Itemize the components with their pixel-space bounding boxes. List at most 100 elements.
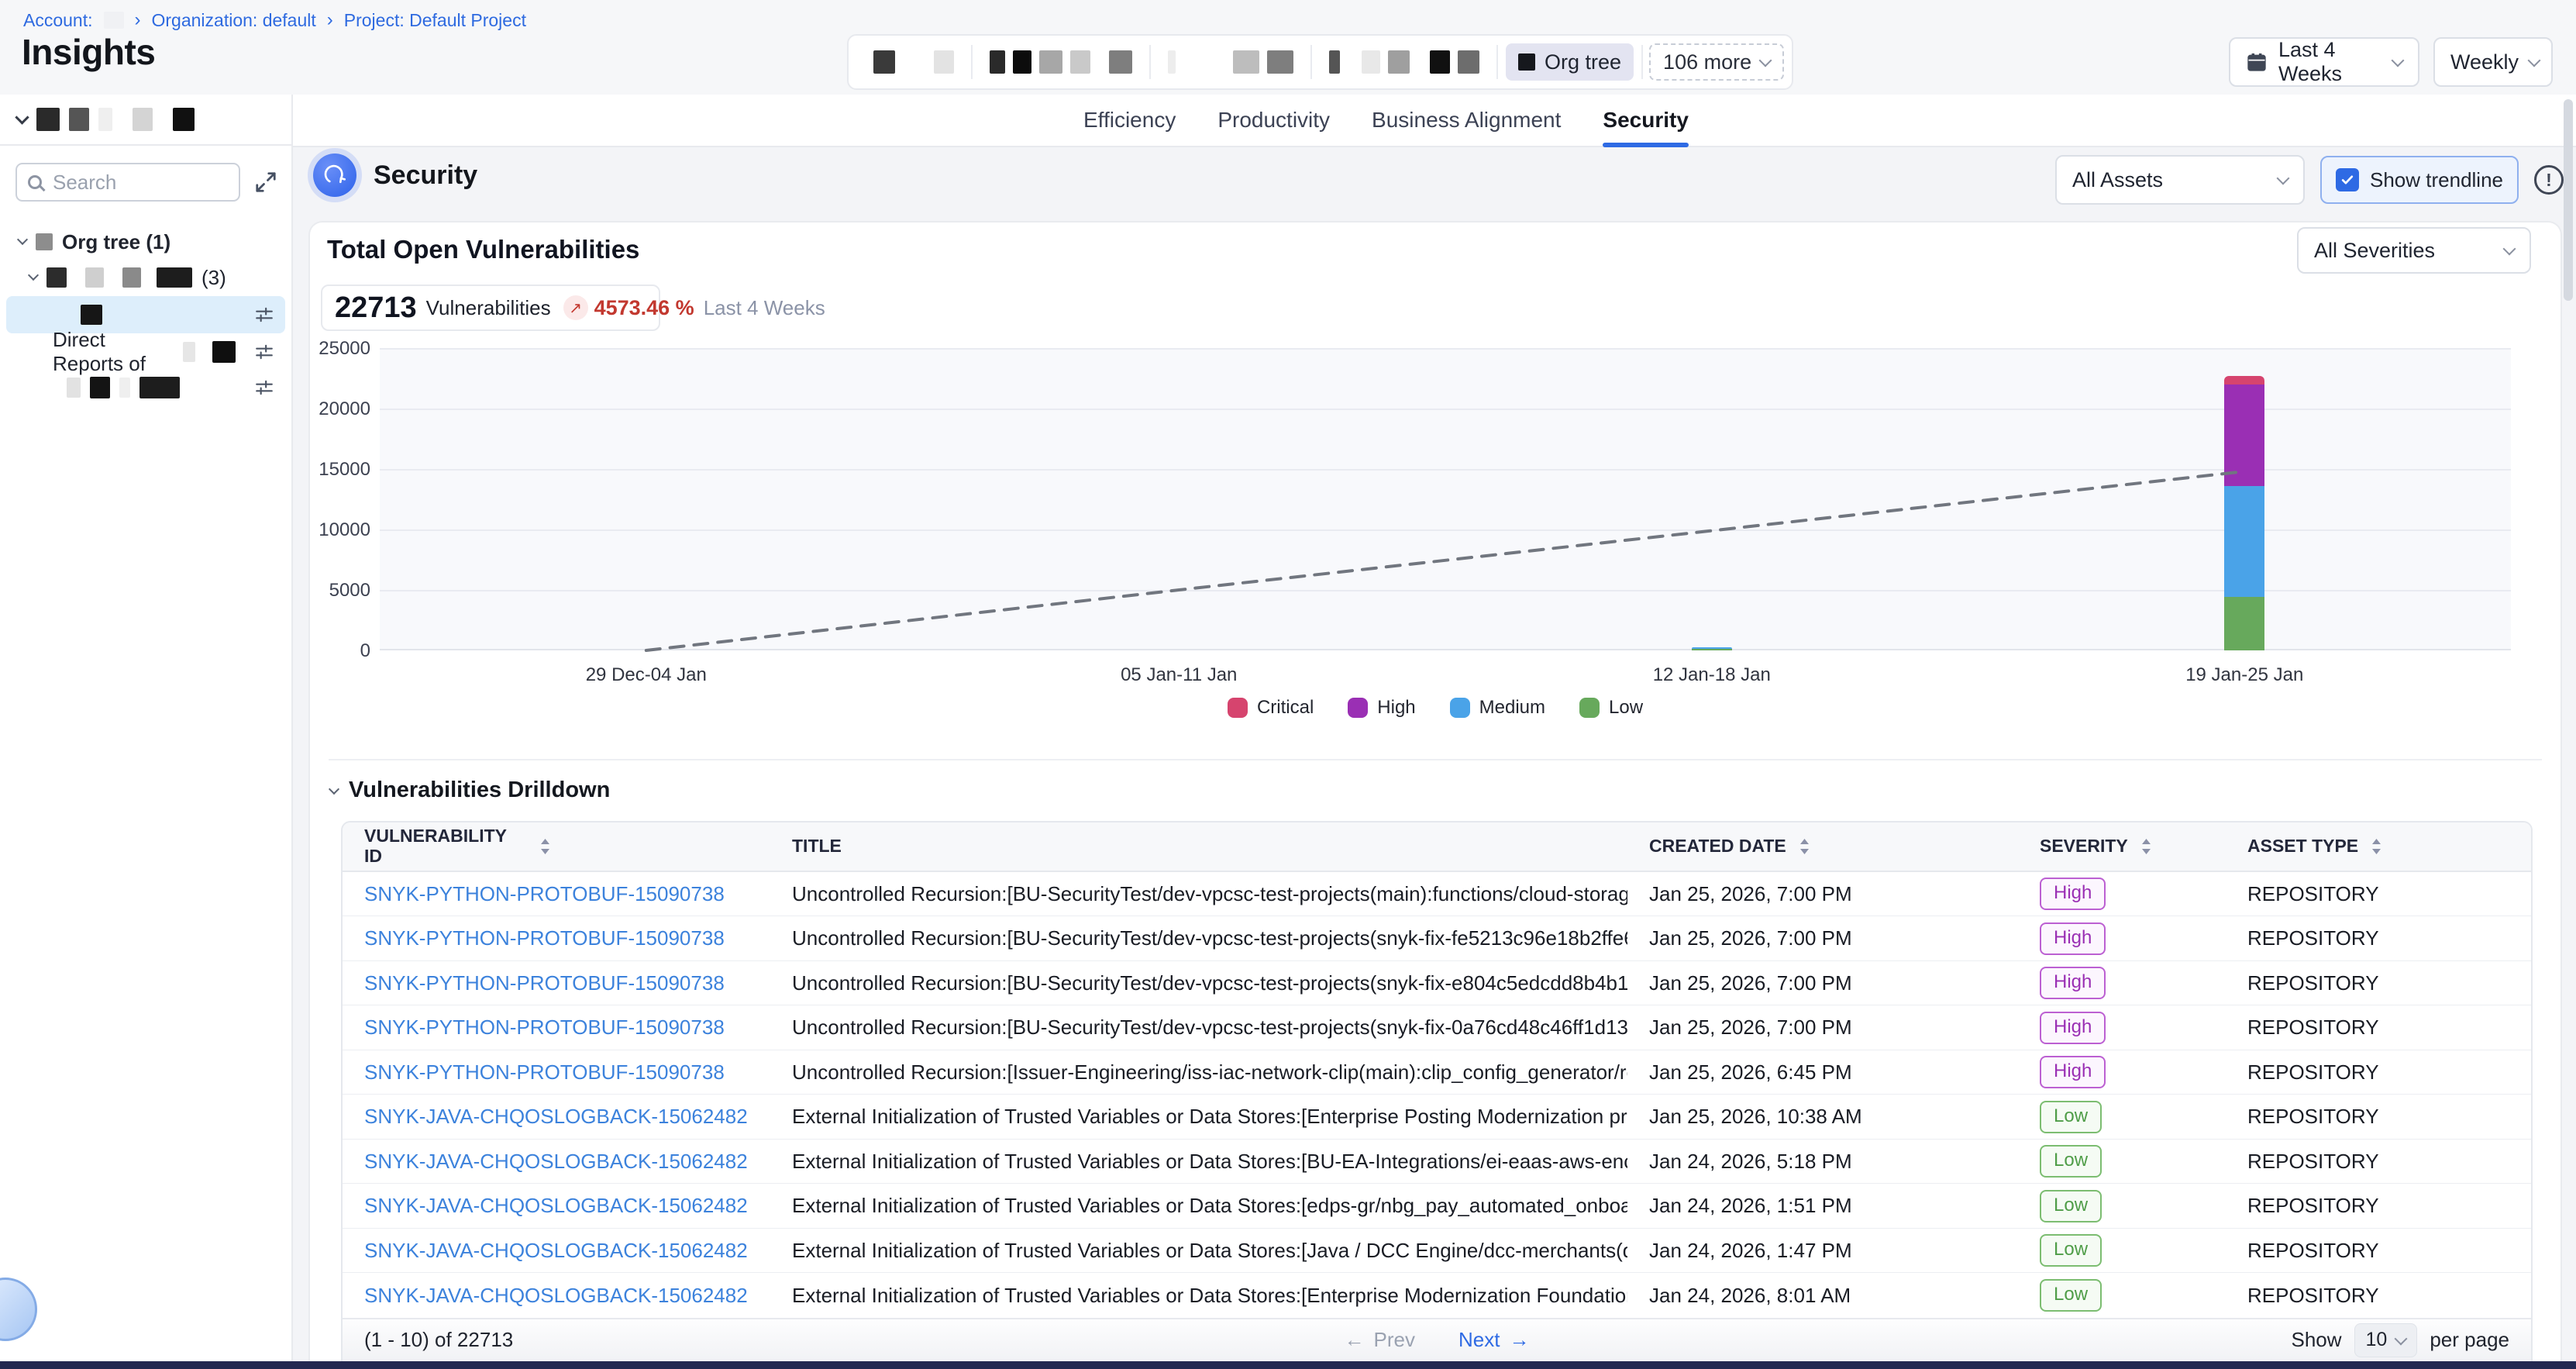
next-page-button[interactable]: Next → bbox=[1458, 1328, 1529, 1352]
legend-item-medium[interactable]: Medium bbox=[1450, 697, 1545, 719]
filter-segment[interactable] bbox=[856, 36, 971, 88]
sort-icon[interactable] bbox=[2371, 837, 2382, 856]
redacted-text-block bbox=[1013, 50, 1031, 74]
severity-badge: Low bbox=[2040, 1101, 2102, 1133]
tab-productivity[interactable]: Productivity bbox=[1217, 95, 1330, 146]
tab-security[interactable]: Security bbox=[1603, 95, 1689, 146]
column-header-vulnerability-id[interactable]: VULNERABILITY ID bbox=[343, 822, 770, 871]
breadcrumb-project[interactable]: Project: Default Project bbox=[344, 10, 526, 31]
x-axis-tick-label: 12 Jan-18 Jan bbox=[1445, 664, 1978, 686]
filter-sliders-icon[interactable] bbox=[254, 305, 274, 325]
delta-indicator: ↗ 4573.46 % bbox=[563, 295, 694, 320]
granularity-select[interactable]: Weekly bbox=[2433, 37, 2553, 87]
tab-efficiency[interactable]: Efficiency bbox=[1083, 95, 1176, 146]
y-axis-tick-label: 20000 bbox=[312, 398, 370, 420]
info-icon[interactable]: ! bbox=[2534, 165, 2564, 195]
vulnerability-id-link[interactable]: SNYK-PYTHON-PROTOBUF-15090738 bbox=[343, 926, 770, 950]
page-size-select[interactable]: 10 bbox=[2354, 1323, 2418, 1357]
tab-business-alignment[interactable]: Business Alignment bbox=[1372, 95, 1561, 146]
legend-item-critical[interactable]: Critical bbox=[1228, 697, 1314, 719]
tree-item-group[interactable]: (3) bbox=[6, 260, 285, 295]
redacted-text-block bbox=[122, 267, 141, 288]
y-axis-tick-label: 5000 bbox=[312, 580, 370, 602]
asset-type: REPOSITORY bbox=[2226, 1105, 2531, 1129]
filter-segment[interactable] bbox=[973, 36, 1149, 88]
vulnerability-title: External Initialization of Trusted Varia… bbox=[770, 1150, 1627, 1174]
vulnerability-id-link[interactable]: SNYK-JAVA-CHQOSLOGBACK-15062482 bbox=[343, 1239, 770, 1263]
more-filters-chip[interactable]: 106 more bbox=[1649, 43, 1784, 81]
vulnerability-id-link[interactable]: SNYK-PYTHON-PROTOBUF-15090738 bbox=[343, 1060, 770, 1085]
redacted-text-block bbox=[173, 108, 195, 131]
asset-type: REPOSITORY bbox=[2226, 1194, 2531, 1218]
redacted-text-block bbox=[183, 342, 195, 362]
column-header-severity[interactable]: SEVERITY bbox=[2018, 822, 2226, 871]
severity-badge: High bbox=[2040, 1056, 2106, 1088]
severity-cell: High bbox=[2018, 1012, 2226, 1044]
scrollbar-thumb[interactable] bbox=[2564, 99, 2573, 301]
legend-label: Critical bbox=[1257, 697, 1314, 719]
filter-segment[interactable] bbox=[1151, 36, 1310, 88]
filter-sliders-icon[interactable] bbox=[254, 378, 274, 398]
severity-badge: High bbox=[2040, 922, 2106, 955]
severity-cell: Low bbox=[2018, 1279, 2226, 1312]
vulnerability-title: Uncontrolled Recursion:[BU-SecurityTest/… bbox=[770, 1016, 1627, 1040]
column-header-asset-type[interactable]: ASSET TYPE bbox=[2226, 822, 2531, 871]
asset-type: REPOSITORY bbox=[2226, 1239, 2531, 1263]
drilldown-header[interactable]: Vulnerabilities Drilldown bbox=[330, 778, 610, 803]
table-row: SNYK-JAVA-CHQOSLOGBACK-15062482External … bbox=[343, 1184, 2531, 1229]
sort-icon[interactable] bbox=[2140, 837, 2152, 856]
breadcrumb: Account: › Organization: default › Proje… bbox=[23, 9, 526, 31]
org-tree-swatch-icon bbox=[1518, 53, 1535, 71]
severities-select[interactable]: All Severities bbox=[2297, 227, 2531, 274]
filter-sliders-icon[interactable] bbox=[254, 342, 274, 362]
created-date: Jan 25, 2026, 10:38 AM bbox=[1627, 1105, 2018, 1129]
filter-segment[interactable] bbox=[1312, 36, 1496, 88]
tree-item-org-tree[interactable]: Org tree (1) bbox=[6, 225, 285, 259]
checkbox-checked-icon[interactable] bbox=[2336, 168, 2359, 191]
y-axis-tick-label: 25000 bbox=[312, 338, 370, 360]
table-row: SNYK-PYTHON-PROTOBUF-15090738Uncontrolle… bbox=[343, 916, 2531, 961]
chevron-down-icon bbox=[17, 234, 28, 245]
sidebar-collapsible-header[interactable] bbox=[0, 95, 291, 146]
breadcrumb-organization[interactable]: Organization: default bbox=[152, 10, 316, 31]
expand-icon[interactable] bbox=[254, 171, 277, 194]
vulnerability-id-link[interactable]: SNYK-PYTHON-PROTOBUF-15090738 bbox=[343, 971, 770, 995]
sidebar-search-row bbox=[0, 146, 291, 202]
created-date: Jan 25, 2026, 7:00 PM bbox=[1627, 926, 2018, 950]
legend-item-high[interactable]: High bbox=[1348, 697, 1415, 719]
column-header-created-date[interactable]: CREATED DATE bbox=[1627, 822, 2018, 871]
chevron-down-icon bbox=[2395, 1333, 2408, 1346]
vulnerability-title: External Initialization of Trusted Varia… bbox=[770, 1239, 1627, 1263]
org-tree-chip[interactable]: Org tree bbox=[1506, 43, 1634, 81]
security-controls: All Assets Show trendline ! bbox=[2055, 155, 2564, 205]
asset-type: REPOSITORY bbox=[2226, 1016, 2531, 1040]
vulnerability-id-link[interactable]: SNYK-JAVA-CHQOSLOGBACK-15062482 bbox=[343, 1150, 770, 1174]
redacted-text-block bbox=[157, 267, 192, 288]
vulnerability-id-link[interactable]: SNYK-PYTHON-PROTOBUF-15090738 bbox=[343, 882, 770, 906]
y-axis-tick-label: 15000 bbox=[312, 459, 370, 481]
legend-item-low[interactable]: Low bbox=[1579, 697, 1643, 719]
column-header-title: TITLE bbox=[770, 822, 1627, 871]
show-trendline-toggle[interactable]: Show trendline bbox=[2320, 156, 2519, 204]
column-header-label: TITLE bbox=[792, 836, 842, 857]
search-box[interactable] bbox=[15, 163, 240, 202]
asset-type: REPOSITORY bbox=[2226, 926, 2531, 950]
sort-icon[interactable] bbox=[539, 837, 551, 856]
assets-select[interactable]: All Assets bbox=[2055, 155, 2305, 205]
legend-swatch-icon bbox=[1450, 698, 1470, 718]
vulnerability-id-link[interactable]: SNYK-JAVA-CHQOSLOGBACK-15062482 bbox=[343, 1284, 770, 1308]
prev-page-button[interactable]: ← Prev bbox=[1345, 1328, 1415, 1352]
created-date: Jan 25, 2026, 7:00 PM bbox=[1627, 1016, 2018, 1040]
tree-item-direct-reports[interactable]: Direct Reports of bbox=[6, 335, 285, 369]
vulnerability-id-link[interactable]: SNYK-JAVA-CHQOSLOGBACK-15062482 bbox=[343, 1194, 770, 1218]
sort-icon[interactable] bbox=[1799, 837, 1810, 856]
search-input[interactable] bbox=[53, 171, 228, 195]
breadcrumb-account[interactable]: Account: bbox=[23, 10, 93, 31]
period-select[interactable]: Last 4 Weeks bbox=[2229, 37, 2419, 87]
severity-cell: Low bbox=[2018, 1190, 2226, 1222]
table-row: SNYK-JAVA-CHQOSLOGBACK-15062482External … bbox=[343, 1140, 2531, 1185]
legend-label: High bbox=[1377, 697, 1415, 719]
vulnerability-id-link[interactable]: SNYK-PYTHON-PROTOBUF-15090738 bbox=[343, 1016, 770, 1040]
asset-type: REPOSITORY bbox=[2226, 1284, 2531, 1308]
vulnerability-id-link[interactable]: SNYK-JAVA-CHQOSLOGBACK-15062482 bbox=[343, 1105, 770, 1129]
